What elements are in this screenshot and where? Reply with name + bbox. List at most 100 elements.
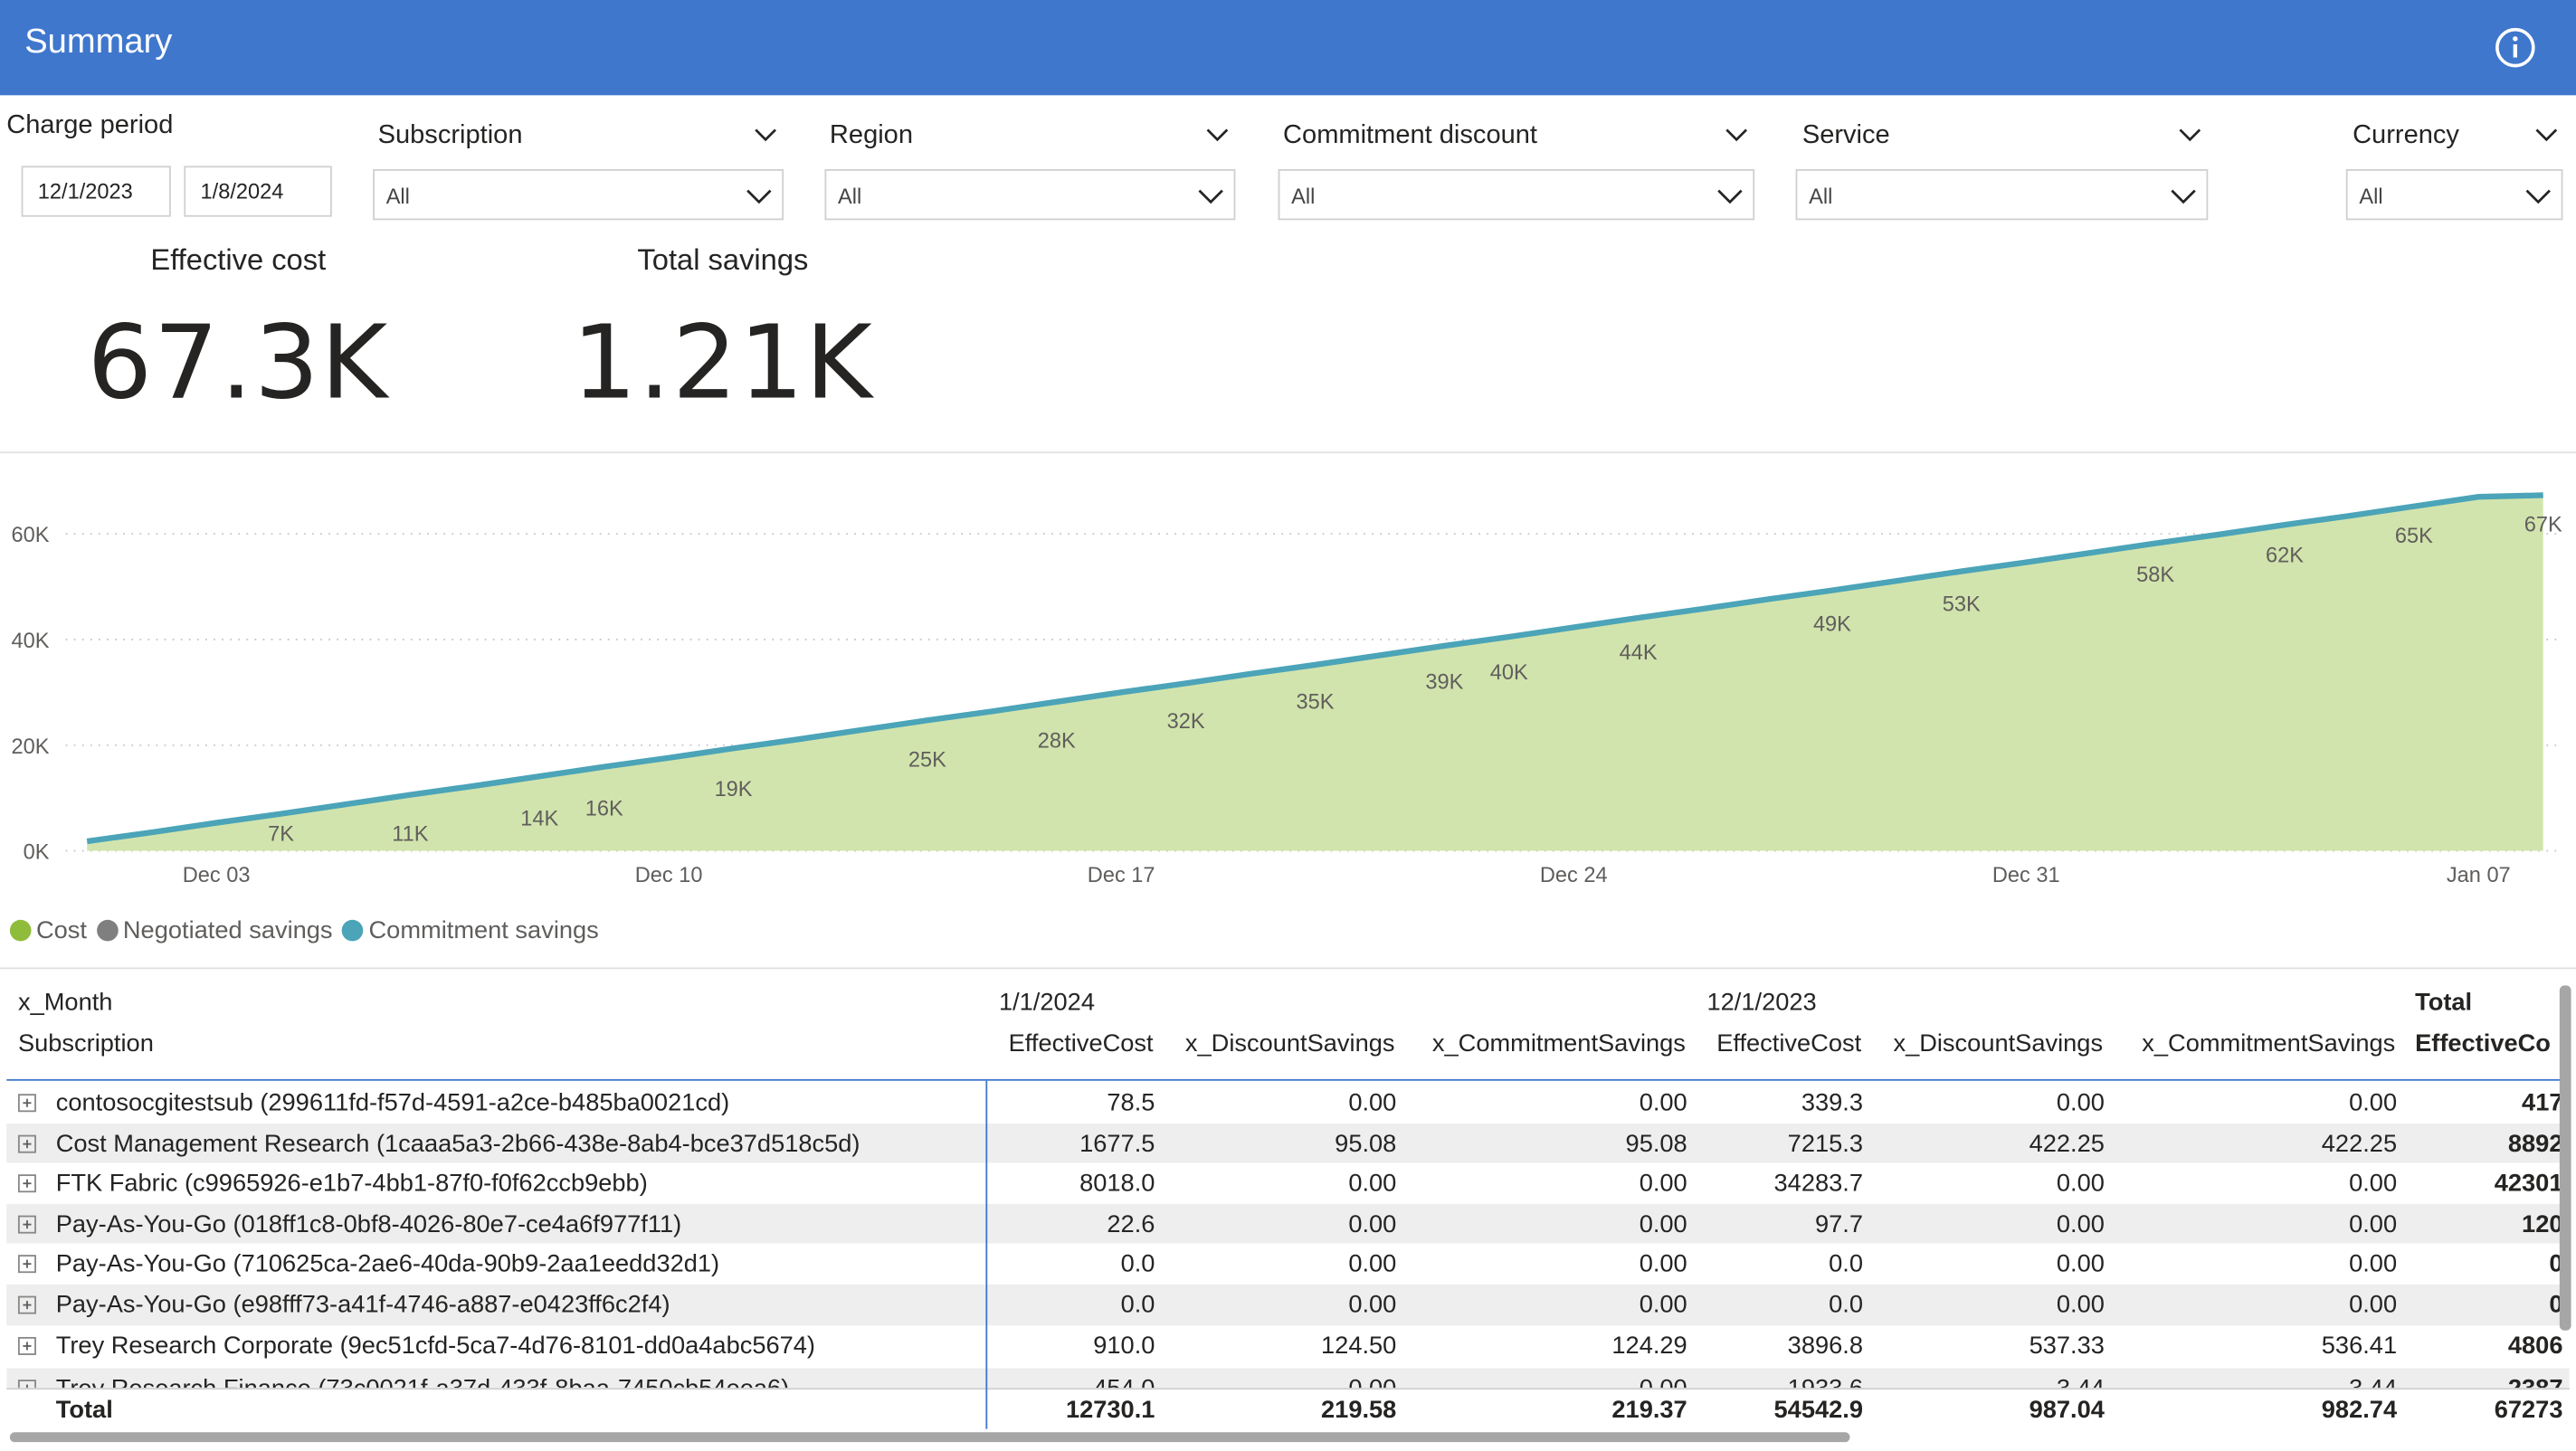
table-row-partial[interactable]: Trey Research Finance (73c0021f-a37d-433… [6,1368,2570,1389]
column-header-discount-savings[interactable]: x_DiscountSavings [1150,1029,1395,1057]
table-row[interactable]: Cost Management Research (1caaa5a3-2b66-… [6,1123,2570,1163]
total-cell-value: 987.04 [2029,1396,2105,1425]
cell-total: 120 [2522,1209,2563,1238]
chevron-down-icon[interactable] [753,121,779,147]
legend-dot-cost [9,919,32,942]
data-label: 19K [715,778,753,801]
chart-legend: Cost Negotiated savings Commitment savin… [9,916,609,944]
row-subscription-name: Trey Research Corporate (9ec51cfd-5ca7-4… [55,1331,816,1360]
row-subscription-name: Pay-As-You-Go (e98fff73-a41f-4746-a887-e… [55,1291,670,1320]
cell-value: 3.44 [1937,1375,2105,1389]
data-label: 65K [2395,525,2433,548]
cell-total: 42301 [2494,1170,2563,1198]
cell-value: 95.08 [1625,1129,1687,1158]
chevron-down-icon [746,189,772,204]
matrix-column-group-dec-2023[interactable]: 12/1/2023 [1707,989,1817,1017]
cell-value: 0.00 [2349,1088,2398,1117]
cell-value: 910.0 [1093,1331,1155,1360]
x-tick-label: Dec 17 [1088,864,1155,887]
cell-value: 0.00 [1639,1250,1687,1279]
legend-item-negotiated-savings[interactable]: Negotiated savings [96,916,333,944]
effective-cost-label: Effective cost [150,242,327,277]
column-header-effective-cost[interactable]: EffectiveCost [1627,1029,1861,1057]
cell-value: 454.0 [993,1375,1155,1389]
region-dropdown[interactable]: All [824,169,1236,221]
table-row[interactable]: contosocgitestsub (299611fd-f57d-4591-a2… [6,1083,2569,1124]
column-header-commitment-savings[interactable]: x_CommitmentSavings [2103,1029,2395,1057]
matrix-row-header-subscription: Subscription [17,1029,154,1058]
expand-icon[interactable] [17,1133,36,1152]
matrix-row-header-month: x_Month [17,989,113,1017]
table-row[interactable]: Pay-As-You-Go (018ff1c8-0bf8-4026-80e7-c… [6,1203,2570,1245]
total-row-label: Total [55,1396,113,1425]
expand-icon[interactable] [17,1295,36,1314]
legend-item-cost[interactable]: Cost [9,916,87,944]
chevron-down-icon[interactable] [2177,121,2203,147]
matrix-column-group-total[interactable]: Total [2415,989,2472,1017]
data-label: 58K [2136,564,2174,587]
horizontal-scrollbar[interactable] [9,1432,1850,1443]
data-label: 32K [1167,710,1205,734]
cell-value: 0.00 [1348,1250,1397,1279]
region-slicer-title: Region [829,121,913,150]
chevron-down-icon [1198,189,1223,204]
section-divider [0,451,2576,454]
effective-cost-value: 67.3K [87,302,390,422]
data-label: 49K [1813,612,1851,636]
currency-dropdown[interactable]: All [2345,169,2563,221]
cell-value: 0.0 [1120,1291,1155,1320]
row-subscription-name: contosocgitestsub (299611fd-f57d-4591-a2… [55,1088,730,1117]
cell-total: 0 [2549,1291,2563,1320]
cell-value: 0.0 [1120,1250,1155,1279]
end-date-input[interactable]: 1/8/2024 [184,166,332,217]
chevron-down-icon[interactable] [2533,121,2560,147]
expand-icon[interactable] [17,1255,36,1274]
expand-icon[interactable] [17,1174,36,1193]
matrix-column-group-jan-2024[interactable]: 1/1/2024 [999,989,1095,1017]
chevron-down-icon[interactable] [1204,121,1231,147]
cell-total: 0 [2549,1250,2563,1279]
cell-value: 0.00 [2349,1170,2398,1198]
table-row[interactable]: Trey Research Corporate (9ec51cfd-5ca7-4… [6,1325,2569,1366]
subscription-dropdown[interactable]: All [373,169,784,221]
legend-item-commitment-savings[interactable]: Commitment savings [342,916,599,944]
matrix-column-divider [985,1080,988,1429]
expand-icon[interactable] [17,1215,36,1234]
y-tick-label: 0K [24,841,50,865]
y-tick-label: 20K [11,735,49,759]
charge-period-label: Charge period [6,111,174,140]
column-header-discount-savings[interactable]: x_DiscountSavings [1857,1029,2103,1057]
chevron-down-icon[interactable] [1724,121,1750,147]
total-savings-value: 1.21K [572,302,874,422]
column-header-effective-cost[interactable]: EffectiveCost [920,1029,1154,1057]
cell-value: 78.5 [1107,1088,1155,1117]
expand-icon[interactable] [17,1094,36,1113]
report-page: Summary Charge period 12/1/2023 1/8/2024… [0,0,2576,1448]
data-label: 7K [268,823,294,847]
chevron-down-icon [2171,189,2196,204]
expand-icon[interactable] [17,1336,36,1355]
table-row[interactable]: Pay-As-You-Go (e98fff73-a41f-4746-a887-e… [6,1284,2570,1325]
expand-icon[interactable] [17,1380,36,1389]
start-date-input[interactable]: 12/1/2023 [21,166,171,217]
cell-value: 8018.0 [1079,1170,1155,1198]
x-tick-label: Dec 03 [183,864,251,887]
commitment-discount-dropdown[interactable]: All [1278,169,1755,221]
table-row[interactable]: FTK Fabric (c9965926-e1b7-4bb1-87f0-f0f6… [6,1163,2569,1204]
cell-value: 0.00 [1639,1209,1687,1238]
data-label: 28K [1038,729,1076,753]
legend-dot-commitment-savings [342,919,365,942]
table-row[interactable]: Pay-As-You-Go (710625ca-2ae6-40da-90b9-2… [6,1244,2569,1285]
column-header-total-effective-cost[interactable]: EffectiveCo [2415,1029,2551,1057]
total-cell-value: 219.37 [1611,1396,1687,1425]
row-subscription-name: FTK Fabric (c9965926-e1b7-4bb1-87f0-f0f6… [55,1170,648,1198]
table-row[interactable]: Trey Research Finance (73c0021f-a37d-433… [6,1368,2570,1389]
cell-total: 8892 [2507,1129,2563,1158]
info-icon[interactable] [2494,26,2536,69]
cost-area-chart: 0K 20K 40K 60K Dec 03 Dec 10 Dec 17 Dec 24 Dec 3… [11,492,2563,887]
cell-value: 1677.5 [1079,1129,1155,1158]
service-dropdown[interactable]: All [1795,169,2209,221]
cell-value: 97.7 [1814,1209,1864,1238]
vertical-scrollbar[interactable] [2559,985,2571,1331]
row-subscription-name: Cost Management Research (1caaa5a3-2b66-… [55,1129,860,1158]
